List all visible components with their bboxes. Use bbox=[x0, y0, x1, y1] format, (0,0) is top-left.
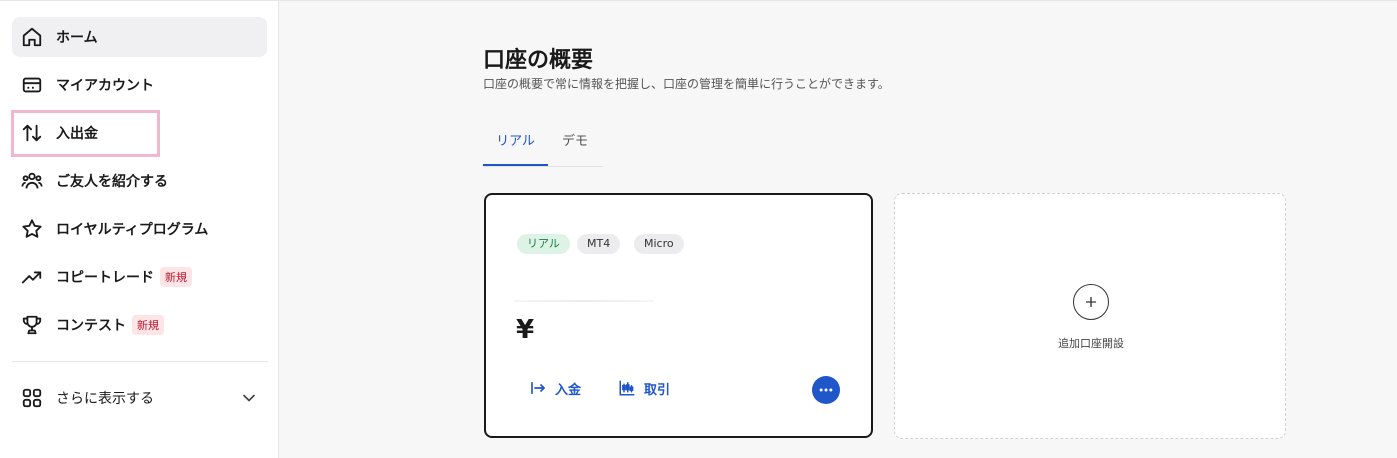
trending-up-icon bbox=[21, 266, 43, 288]
star-icon bbox=[21, 218, 43, 240]
sidebar-show-more[interactable]: さらに表示する bbox=[12, 378, 267, 418]
trade-button[interactable]: 取引 bbox=[618, 376, 670, 400]
sidebar-item-label: ご友人を紹介する bbox=[56, 174, 168, 190]
sidebar-item-label: マイアカウント bbox=[56, 78, 154, 94]
sidebar-item-refer-friends[interactable]: ご友人を紹介する bbox=[12, 161, 267, 201]
show-more-label: さらに表示する bbox=[56, 391, 154, 407]
home-icon bbox=[21, 26, 43, 48]
account-balance: ¥ bbox=[516, 315, 535, 345]
account-card[interactable]: リアル MT4 Micro ¥ 入金 取引 bbox=[484, 193, 873, 438]
account-class-chip: Micro bbox=[634, 234, 684, 254]
add-account-label: 追加口座開設 bbox=[1058, 337, 1124, 350]
sidebar-item-label: ホーム bbox=[56, 30, 98, 46]
account-tabs: リアル デモ bbox=[483, 118, 603, 167]
sidebar-item-home[interactable]: ホーム bbox=[12, 17, 267, 57]
trophy-icon bbox=[21, 314, 43, 336]
plus-icon[interactable] bbox=[1073, 284, 1109, 320]
more-options-button[interactable] bbox=[812, 376, 840, 404]
candlestick-chart-icon bbox=[619, 380, 635, 396]
wallet-icon bbox=[21, 74, 43, 96]
deposit-label: 入金 bbox=[555, 382, 582, 398]
new-badge: 新規 bbox=[132, 315, 164, 335]
tab-demo[interactable]: デモ bbox=[562, 130, 588, 166]
transfer-arrows-icon bbox=[21, 122, 43, 144]
account-type-chip: リアル bbox=[517, 234, 570, 254]
account-number-placeholder bbox=[514, 300, 654, 302]
grid-icon bbox=[21, 387, 43, 409]
sidebar-item-label: コピートレード bbox=[56, 270, 154, 286]
platform-chip: MT4 bbox=[577, 234, 621, 254]
deposit-button[interactable]: 入金 bbox=[529, 376, 581, 400]
tab-real[interactable]: リアル bbox=[483, 130, 548, 166]
sidebar-item-label: ロイヤルティプログラム bbox=[56, 222, 209, 238]
people-icon bbox=[21, 170, 43, 192]
page-subtitle: 口座の概要で常に情報を把握し、口座の管理を簡単に行うことができます。 bbox=[483, 77, 890, 91]
sidebar-divider bbox=[12, 361, 268, 362]
sidebar-item-label: 入出金 bbox=[56, 126, 98, 142]
page-title: 口座の概要 bbox=[483, 48, 594, 73]
sidebar-item-loyalty-program[interactable]: ロイヤルティプログラム bbox=[12, 209, 267, 249]
sidebar: ホーム マイアカウント 入出金 ご友人を紹介する ロイヤルティプログラム コピー… bbox=[0, 1, 279, 458]
new-badge: 新規 bbox=[160, 267, 192, 287]
sidebar-item-my-account[interactable]: マイアカウント bbox=[12, 65, 267, 105]
sidebar-item-contest[interactable]: コンテスト 新規 bbox=[12, 305, 267, 345]
trade-label: 取引 bbox=[644, 382, 671, 398]
more-horizontal-icon bbox=[819, 388, 833, 392]
sidebar-item-deposit-withdrawal[interactable]: 入出金 bbox=[12, 113, 267, 153]
add-account-card[interactable]: 追加口座開設 bbox=[894, 193, 1286, 439]
sidebar-item-copy-trade[interactable]: コピートレード 新規 bbox=[12, 257, 267, 297]
arrow-into-icon bbox=[531, 381, 545, 395]
chevron-down-icon[interactable] bbox=[239, 388, 259, 408]
sidebar-item-label: コンテスト bbox=[56, 318, 126, 334]
